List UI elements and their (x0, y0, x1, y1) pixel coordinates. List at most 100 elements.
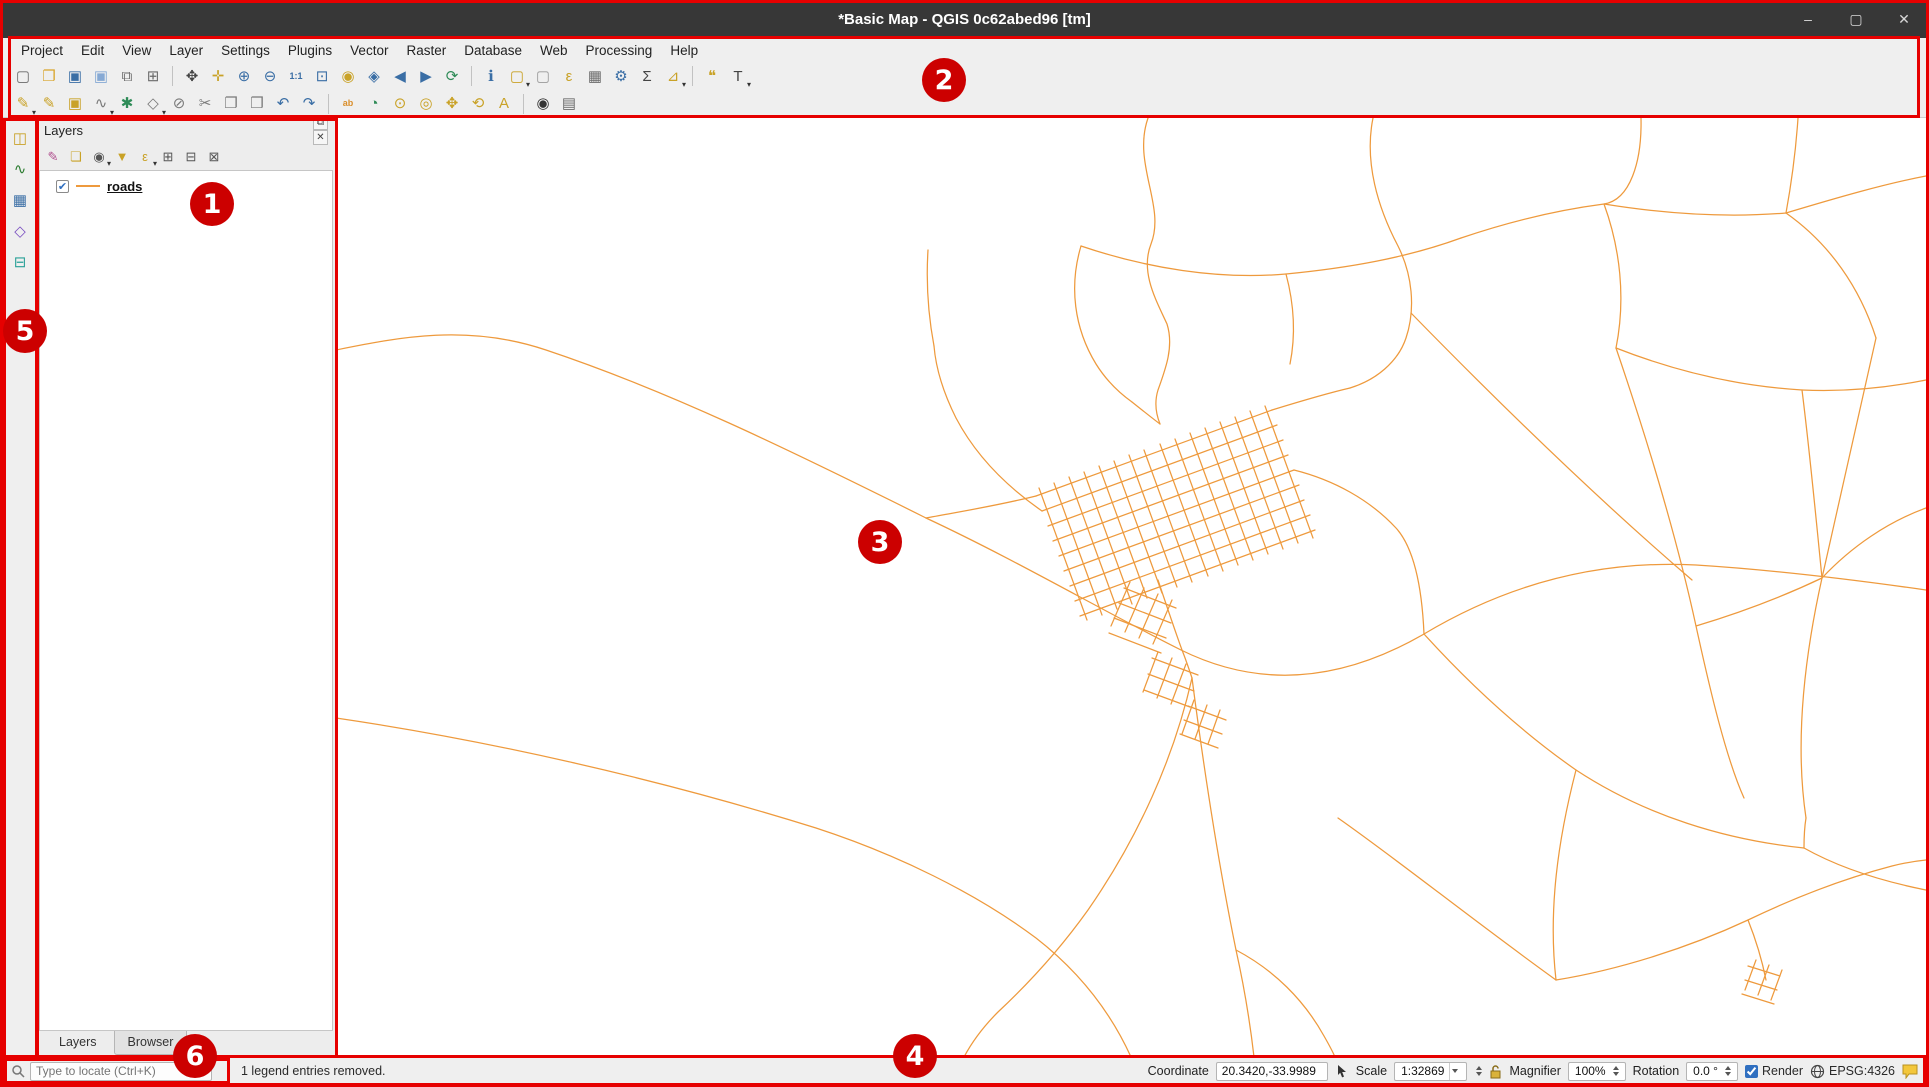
show-layout-manager-icon[interactable]: ⊞ (141, 64, 165, 88)
menu-raster[interactable]: Raster (398, 41, 454, 60)
delete-selected-icon[interactable]: ⊘ (167, 92, 191, 116)
new-shapefile-layer-icon[interactable]: ◇ (8, 219, 32, 243)
copy-features-icon[interactable]: ❐ (219, 92, 243, 116)
menu-edit[interactable]: Edit (73, 41, 112, 60)
pan-to-selection-icon[interactable]: ✛ (206, 64, 230, 88)
menu-view[interactable]: View (114, 41, 159, 60)
menu-help[interactable]: Help (662, 41, 706, 60)
move-label-icon[interactable]: ✥ (440, 92, 464, 116)
pin-labels-icon[interactable]: ⊙ (388, 92, 412, 116)
new-project-icon[interactable]: ▢ (11, 64, 35, 88)
scale-combo[interactable]: 1:32869 (1394, 1062, 1467, 1081)
save-project-as-icon[interactable]: ▣ (89, 64, 113, 88)
menu-settings[interactable]: Settings (213, 41, 278, 60)
menu-vector[interactable]: Vector (342, 41, 396, 60)
new-print-layout-icon[interactable]: ⧉ (115, 64, 139, 88)
open-layer-styling-icon[interactable]: ✎ (42, 145, 64, 167)
menu-processing[interactable]: Processing (578, 41, 661, 60)
zoom-out-icon[interactable]: ⊖ (258, 64, 282, 88)
menu-layer[interactable]: Layer (161, 41, 211, 60)
map-canvas[interactable] (336, 118, 1926, 1057)
statistical-summary-icon[interactable]: Σ (635, 64, 659, 88)
redo-icon[interactable]: ↷ (297, 92, 321, 116)
toggle-editing-icon[interactable]: ✎ (37, 92, 61, 116)
coordinate-input[interactable] (1216, 1062, 1328, 1081)
vertex-tool-icon[interactable]: ◇▾ (141, 92, 165, 116)
zoom-full-icon[interactable]: ⊡ (310, 64, 334, 88)
processing-toolbox-icon[interactable]: ⚙ (609, 64, 633, 88)
layers-panel-toolbar: ✎❏◉▾▼ε▾⊞⊟⊠ (37, 142, 335, 170)
layer-item-roads[interactable]: ✔ roads (40, 176, 332, 196)
decorations-icon[interactable]: ▤ (557, 92, 581, 116)
zoom-to-selection-icon[interactable]: ◉ (336, 64, 360, 88)
layer-labeling-icon[interactable]: ab (336, 92, 360, 116)
toggle-extents-icon[interactable] (1335, 1064, 1349, 1078)
cut-features-icon[interactable]: ✂ (193, 92, 217, 116)
add-raster-layer-icon[interactable]: ▦ (8, 188, 32, 212)
add-feature-icon[interactable]: ✱ (115, 92, 139, 116)
layers-panel-title: Layers (44, 123, 83, 138)
metasearch-icon[interactable]: ◉ (531, 92, 555, 116)
crs-button[interactable]: EPSG:4326 (1810, 1064, 1895, 1079)
text-annotation-icon[interactable]: T▾ (726, 64, 750, 88)
scale-dropdown-icon[interactable] (1449, 1063, 1460, 1080)
map-tips-icon[interactable]: ❝ (700, 64, 724, 88)
annotation-number-4: 4 (893, 1034, 937, 1078)
manage-map-themes-icon[interactable]: ◉▾ (88, 145, 110, 167)
zoom-native-icon[interactable]: 1:1 (284, 64, 308, 88)
magnifier-spinbox[interactable]: 100% (1568, 1062, 1626, 1081)
maximize-button[interactable]: ▢ (1847, 11, 1865, 28)
paste-features-icon[interactable]: ❒ (245, 92, 269, 116)
remove-layer-icon[interactable]: ⊠ (203, 145, 225, 167)
change-label-icon[interactable]: A (492, 92, 516, 116)
lock-scale-icon[interactable] (1489, 1064, 1502, 1079)
save-project-icon[interactable]: ▣ (63, 64, 87, 88)
scale-spinner[interactable] (1476, 1066, 1482, 1076)
filter-by-expression-icon[interactable]: ε▾ (134, 145, 156, 167)
pan-map-icon[interactable]: ✥ (180, 64, 204, 88)
data-source-manager-icon[interactable]: ◫ (8, 126, 32, 150)
add-database-layer-icon[interactable]: ⊟ (8, 250, 32, 274)
collapse-all-icon[interactable]: ⊟ (180, 145, 202, 167)
expand-all-icon[interactable]: ⊞ (157, 145, 179, 167)
add-group-icon[interactable]: ❏ (65, 145, 87, 167)
zoom-to-layer-icon[interactable]: ◈ (362, 64, 386, 88)
menu-web[interactable]: Web (532, 41, 576, 60)
close-button[interactable]: ✕ (1895, 11, 1913, 28)
layer-diagram-icon[interactable]: ◔ (362, 92, 386, 116)
magnifier-spinner[interactable] (1613, 1066, 1619, 1076)
select-by-expression-icon[interactable]: ε (557, 64, 581, 88)
messages-icon[interactable] (1902, 1064, 1918, 1079)
current-edits-icon[interactable]: ✎▾ (11, 92, 35, 116)
save-layer-edits-icon[interactable]: ▣ (63, 92, 87, 116)
measure-icon[interactable]: ⊿▾ (661, 64, 685, 88)
menu-database[interactable]: Database (456, 41, 530, 60)
float-panel-icon[interactable]: ⧉ (313, 115, 328, 130)
rotation-spinner[interactable] (1725, 1066, 1731, 1076)
refresh-icon[interactable]: ⟳ (440, 64, 464, 88)
open-attribute-table-icon[interactable]: ▦ (583, 64, 607, 88)
zoom-last-icon[interactable]: ◀ (388, 64, 412, 88)
rotation-spinbox[interactable]: 0.0 ° (1686, 1062, 1738, 1081)
digitize-icon[interactable]: ∿▾ (89, 92, 113, 116)
menu-plugins[interactable]: Plugins (280, 41, 340, 60)
layer-checkbox[interactable]: ✔ (56, 180, 69, 193)
deselect-features-icon[interactable]: ▢ (531, 64, 555, 88)
highlight-labels-icon[interactable]: ◎ (414, 92, 438, 116)
annotation-number-1: 1 (190, 182, 234, 226)
tab-layers[interactable]: Layers (45, 1031, 111, 1055)
magnifier-value: 100% (1575, 1064, 1606, 1078)
layer-name: roads (107, 179, 142, 194)
zoom-in-icon[interactable]: ⊕ (232, 64, 256, 88)
identify-features-icon[interactable]: ℹ (479, 64, 503, 88)
open-project-icon[interactable]: ❐ (37, 64, 61, 88)
undo-icon[interactable]: ↶ (271, 92, 295, 116)
add-vector-layer-icon[interactable]: ∿ (8, 157, 32, 181)
minimize-button[interactable]: – (1799, 11, 1817, 27)
menu-project[interactable]: Project (13, 41, 71, 60)
filter-legend-icon[interactable]: ▼ (111, 145, 133, 167)
select-features-icon[interactable]: ▢▾ (505, 64, 529, 88)
rotate-label-icon[interactable]: ⟲ (466, 92, 490, 116)
zoom-next-icon[interactable]: ▶ (414, 64, 438, 88)
render-checkbox[interactable] (1745, 1065, 1758, 1078)
